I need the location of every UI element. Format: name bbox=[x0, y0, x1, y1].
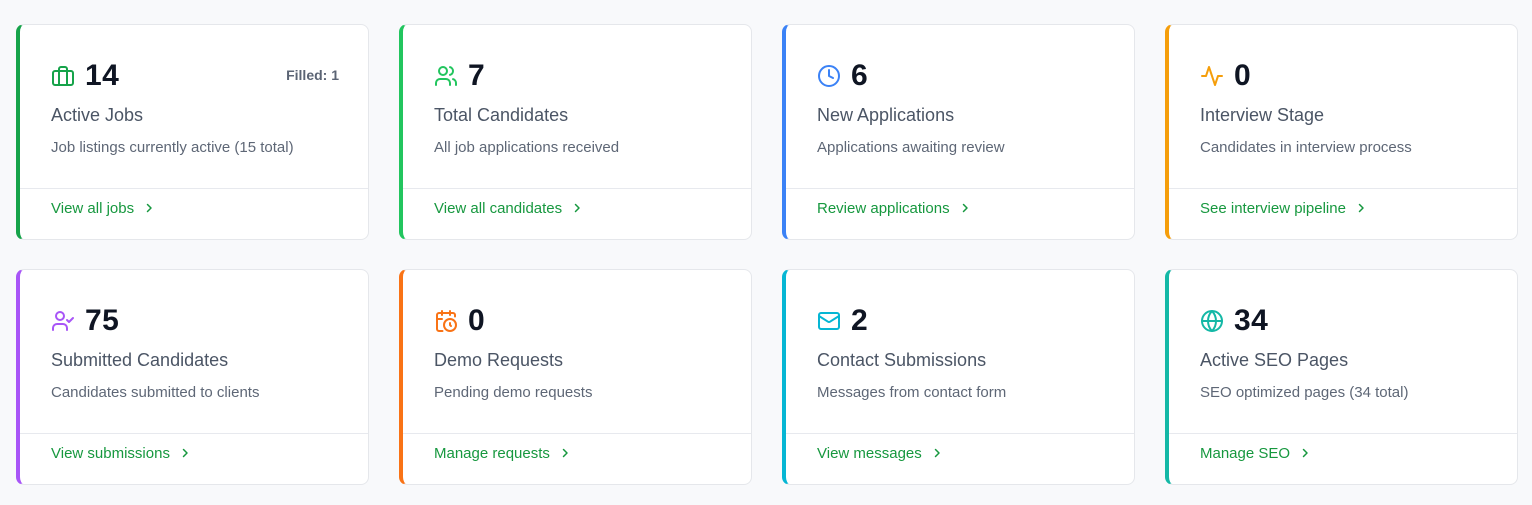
divider bbox=[403, 433, 751, 434]
chevron-right-icon bbox=[574, 203, 580, 213]
stat-title: Submitted Candidates bbox=[51, 350, 229, 370]
stat-header: 75 bbox=[51, 303, 119, 339]
view-all-jobs-link[interactable]: View all jobs bbox=[51, 190, 155, 226]
stat-card-active-seo-pages[interactable]: 34 Active SEO Pages SEO optimized pages … bbox=[1165, 269, 1518, 485]
chevron-right-icon bbox=[1302, 448, 1308, 458]
clock-icon bbox=[817, 64, 841, 88]
stat-header: 14 bbox=[51, 58, 119, 94]
stat-description: Candidates in interview process bbox=[1200, 139, 1412, 156]
link-label: View all jobs bbox=[51, 199, 135, 217]
review-applications-link[interactable]: Review applications bbox=[817, 190, 971, 226]
chevron-right-icon bbox=[146, 203, 152, 213]
globe-icon bbox=[1200, 309, 1224, 333]
stat-header: 34 bbox=[1200, 303, 1268, 339]
view-all-candidates-link[interactable]: View all candidates bbox=[434, 190, 583, 226]
stat-description: Candidates submitted to clients bbox=[51, 384, 260, 401]
view-submissions-link[interactable]: View submissions bbox=[51, 435, 191, 471]
divider bbox=[1169, 433, 1517, 434]
chevron-right-icon bbox=[1358, 203, 1364, 213]
chevron-right-icon bbox=[182, 448, 188, 458]
divider bbox=[403, 188, 751, 189]
stat-description: Pending demo requests bbox=[434, 384, 593, 401]
stat-value: 6 bbox=[851, 59, 869, 92]
chevron-right-icon bbox=[562, 448, 568, 458]
stat-description: SEO optimized pages (34 total) bbox=[1200, 384, 1409, 401]
user-check-icon bbox=[51, 309, 75, 333]
stats-grid: 14 Filled: 1 Active Jobs Job listings cu… bbox=[16, 24, 1518, 485]
stat-value: 14 bbox=[85, 59, 120, 92]
link-label: Review applications bbox=[817, 199, 950, 217]
link-label: Manage SEO bbox=[1200, 444, 1291, 462]
stat-title: New Applications bbox=[817, 105, 955, 125]
stat-description: Applications awaiting review bbox=[817, 139, 1005, 156]
chevron-right-icon bbox=[962, 203, 968, 213]
stat-description: Job listings currently active (15 total) bbox=[51, 139, 294, 156]
stat-value: 75 bbox=[85, 304, 120, 337]
activity-icon bbox=[1200, 64, 1224, 88]
stat-card-submitted-candidates[interactable]: 75 Submitted Candidates Candidates submi… bbox=[16, 269, 369, 485]
stat-title: Active SEO Pages bbox=[1200, 350, 1349, 370]
stat-header: 6 bbox=[817, 58, 868, 94]
stat-header: 0 bbox=[1200, 58, 1251, 94]
stat-value: 34 bbox=[1234, 304, 1269, 337]
see-interview-pipeline-link[interactable]: See interview pipeline bbox=[1200, 190, 1367, 226]
stat-card-new-applications[interactable]: 6 New Applications Applications awaiting… bbox=[782, 24, 1135, 240]
stat-title: Demo Requests bbox=[434, 350, 564, 370]
stat-title: Total Candidates bbox=[434, 105, 569, 125]
stat-card-demo-requests[interactable]: 0 Demo Requests Pending demo requests Ma… bbox=[399, 269, 752, 485]
divider bbox=[20, 188, 368, 189]
manage-requests-link[interactable]: Manage requests bbox=[434, 435, 571, 471]
stat-value: 0 bbox=[468, 304, 486, 337]
stat-title: Contact Submissions bbox=[817, 350, 987, 370]
stat-header: 0 bbox=[434, 303, 485, 339]
stat-header: 2 bbox=[817, 303, 868, 339]
stat-card-contact-submissions[interactable]: 2 Contact Submissions Messages from cont… bbox=[782, 269, 1135, 485]
stat-card-total-candidates[interactable]: 7 Total Candidates All job applications … bbox=[399, 24, 752, 240]
stat-header: 7 bbox=[434, 58, 485, 94]
stat-card-interview-stage[interactable]: 0 Interview Stage Candidates in intervie… bbox=[1165, 24, 1518, 240]
stat-title: Active Jobs bbox=[51, 105, 144, 125]
stat-value: 0 bbox=[1234, 59, 1252, 92]
manage-seo-link[interactable]: Manage SEO bbox=[1200, 435, 1311, 471]
chevron-right-icon bbox=[934, 448, 940, 458]
stat-value: 7 bbox=[468, 59, 486, 92]
divider bbox=[1169, 188, 1517, 189]
mail-icon bbox=[817, 309, 841, 333]
view-messages-link[interactable]: View messages bbox=[817, 435, 943, 471]
calendar-clock-icon bbox=[434, 309, 458, 333]
link-label: View messages bbox=[817, 444, 922, 462]
divider bbox=[20, 433, 368, 434]
stat-description: All job applications received bbox=[434, 139, 620, 156]
link-label: See interview pipeline bbox=[1200, 199, 1346, 217]
briefcase-icon bbox=[51, 64, 75, 88]
link-label: Manage requests bbox=[434, 444, 550, 462]
link-label: View all candidates bbox=[434, 199, 563, 217]
divider bbox=[786, 433, 1134, 434]
stat-description: Messages from contact form bbox=[817, 384, 1007, 401]
link-label: View submissions bbox=[51, 444, 170, 462]
users-icon bbox=[434, 64, 458, 88]
stat-title: Interview Stage bbox=[1200, 105, 1325, 125]
stat-value: 2 bbox=[851, 304, 869, 337]
filled-badge: Filled: 1 bbox=[286, 67, 339, 83]
stat-card-active-jobs[interactable]: 14 Filled: 1 Active Jobs Job listings cu… bbox=[16, 24, 369, 240]
divider bbox=[786, 188, 1134, 189]
